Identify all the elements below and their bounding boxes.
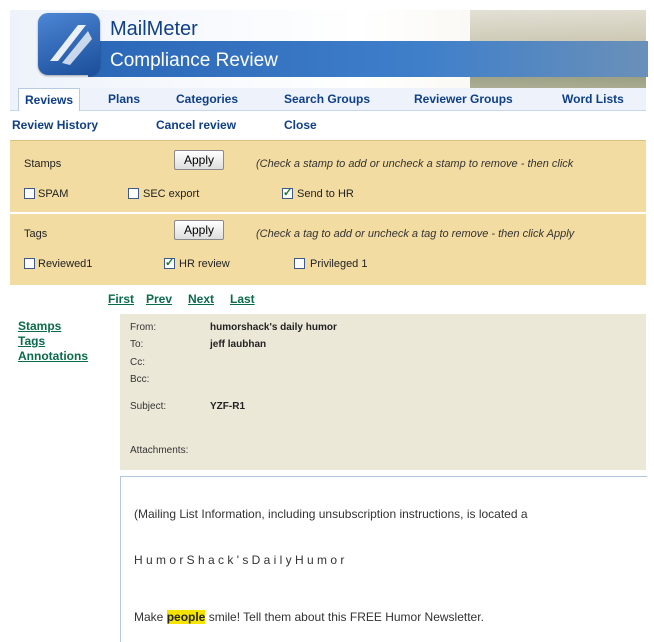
tab-search-groups[interactable]: Search Groups <box>284 88 370 110</box>
main-tab-bar: Reviews Plans Categories Search Groups R… <box>10 88 646 111</box>
review-history-link[interactable]: Review History <box>12 118 98 132</box>
from-label: From: <box>130 322 157 333</box>
review-actions-bar: Review History Cancel review Close <box>10 112 646 138</box>
tab-plans[interactable]: Plans <box>108 88 140 110</box>
cancel-review-link[interactable]: Cancel review <box>156 118 236 132</box>
stamps-apply-button[interactable]: Apply <box>174 150 224 170</box>
hr-review-checkbox[interactable] <box>164 256 175 269</box>
tab-reviewer-groups[interactable]: Reviewer Groups <box>414 88 513 110</box>
side-link-stamps[interactable]: Stamps <box>18 319 61 333</box>
body-line-1: (Mailing List Information, including uns… <box>134 507 528 521</box>
from-value: humorshack's daily humor <box>210 322 337 333</box>
tab-categories[interactable]: Categories <box>176 88 238 110</box>
send-to-hr-checkbox[interactable] <box>282 186 293 199</box>
stamps-label: Stamps <box>24 158 62 170</box>
to-label: To: <box>130 339 144 350</box>
tags-hint: (Check a tag to add or uncheck a tag to … <box>256 228 575 240</box>
email-header-box <box>120 314 646 470</box>
reviewed1-checkbox[interactable] <box>24 258 35 269</box>
body-line-2: H u m o r S h a c k ' s D a i l y H u m … <box>134 553 345 567</box>
body-line-3-pre: Make <box>134 610 167 624</box>
tags-label: Tags <box>24 228 48 240</box>
attachments-label: Attachments: <box>130 445 189 456</box>
spam-checkbox[interactable] <box>24 188 35 199</box>
side-link-tags[interactable]: Tags <box>18 334 45 348</box>
tags-apply-button[interactable]: Apply <box>174 220 224 240</box>
pager-first-link[interactable]: First <box>108 292 134 306</box>
subject-value: YZF-R1 <box>210 401 245 412</box>
tab-reviews[interactable]: Reviews <box>18 88 81 111</box>
tab-word-lists[interactable]: Word Lists <box>562 88 624 110</box>
bcc-label: Bcc: <box>130 374 150 385</box>
sec-export-checkbox-label: SEC export <box>143 188 200 200</box>
highlighted-term: people <box>166 610 206 624</box>
to-value: jeff laubhan <box>210 339 267 350</box>
subject-label: Subject: <box>130 401 167 412</box>
pager-prev-link[interactable]: Prev <box>146 292 172 306</box>
sec-export-checkbox[interactable] <box>128 188 139 199</box>
spam-checkbox-label: SPAM <box>38 188 69 200</box>
cc-label: Cc: <box>130 357 145 368</box>
close-link[interactable]: Close <box>284 118 317 132</box>
privileged1-checkbox[interactable] <box>294 258 305 269</box>
app-title: MailMeter <box>110 18 198 40</box>
mailmeter-logo-icon <box>38 13 100 75</box>
body-line-3: Make people smile! Tell them about this … <box>134 610 484 624</box>
send-to-hr-checkbox-label: Send to HR <box>297 188 354 200</box>
privileged1-checkbox-label: Privileged 1 <box>310 258 368 270</box>
side-link-annotations[interactable]: Annotations <box>18 349 88 363</box>
pager-next-link[interactable]: Next <box>188 292 214 306</box>
reviewed1-checkbox-label: Reviewed1 <box>38 258 93 270</box>
pager-last-link[interactable]: Last <box>230 292 255 306</box>
app-subtitle: Compliance Review <box>110 50 278 71</box>
body-line-3-post: smile! Tell them about this FREE Humor N… <box>205 610 484 624</box>
panel-divider <box>10 212 646 214</box>
stamps-hint: (Check a stamp to add or uncheck a stamp… <box>256 158 574 170</box>
hr-review-checkbox-label: HR review <box>179 258 230 270</box>
